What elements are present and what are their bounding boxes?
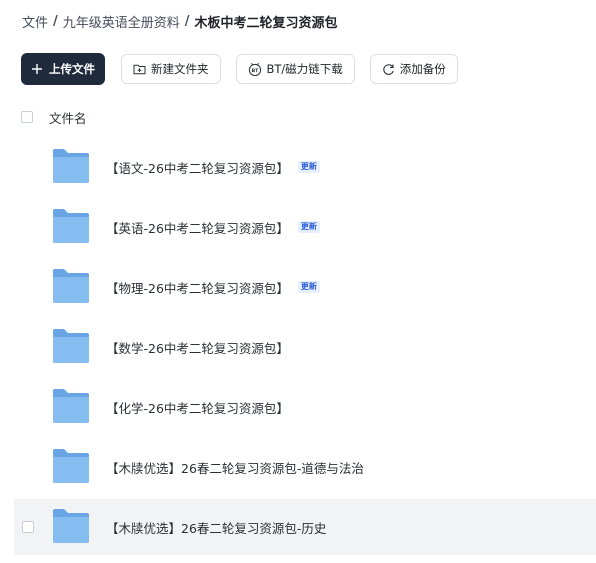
folder-name-text: 【数学-26中考二轮复习资源包】 (106, 340, 289, 356)
folder-icon (53, 329, 89, 363)
new-folder-label: 新建文件夹 (151, 62, 209, 76)
breadcrumb: 文件 / 九年级英语全册资料 / 木板中考二轮复习资源包 (22, 10, 338, 32)
plus-icon (31, 63, 43, 75)
breadcrumb-item-current-folder: 木板中考二轮复习资源包 (194, 15, 338, 31)
folder-name-text: 【化学-26中考二轮复习资源包】 (106, 400, 289, 416)
table-row[interactable]: 【木牍优选】26春二轮复习资源包-道德与法治 (14, 439, 596, 495)
file-name[interactable]: 【语文-26中考二轮复习资源包】 更新 (106, 139, 320, 195)
breadcrumb-item-parent-folder[interactable]: 九年级英语全册资料 (63, 12, 180, 31)
sync-icon (382, 63, 395, 76)
bt-icon: BT (248, 62, 262, 76)
table-row[interactable]: 【木牍优选】26春二轮复习资源包-历史 (14, 499, 596, 555)
file-list-header: 文件名 (0, 106, 596, 128)
table-row[interactable]: 【语文-26中考二轮复习资源包】 更新 (14, 139, 596, 195)
file-name[interactable]: 【英语-26中考二轮复习资源包】 更新 (106, 199, 320, 255)
toolbar: 上传文件 新建文件夹 BT BT/磁力链下载 添加备份 (21, 53, 473, 85)
table-row[interactable]: 【物理-26中考二轮复习资源包】 更新 (14, 259, 596, 315)
folder-plus-icon (133, 63, 146, 75)
new-folder-button[interactable]: 新建文件夹 (121, 54, 221, 84)
updated-badge: 更新 (297, 281, 320, 293)
file-name[interactable]: 【木牍优选】26春二轮复习资源包-历史 (106, 499, 326, 555)
folder-name-text: 【木牍优选】26春二轮复习资源包-历史 (106, 520, 327, 536)
add-backup-label: 添加备份 (399, 62, 446, 76)
table-row[interactable]: 【英语-26中考二轮复习资源包】 更新 (14, 199, 596, 255)
svg-text:BT: BT (251, 67, 259, 73)
upload-file-button[interactable]: 上传文件 (21, 53, 105, 85)
file-name[interactable]: 【物理-26中考二轮复习资源包】 更新 (106, 259, 320, 315)
breadcrumb-item-files[interactable]: 文件 (22, 12, 48, 31)
folder-icon (53, 269, 89, 303)
bt-magnet-download-label: BT/磁力链下载 (266, 62, 343, 76)
breadcrumb-separator: / (53, 13, 58, 29)
table-row[interactable]: 【化学-26中考二轮复习资源包】 (14, 379, 596, 435)
updated-badge: 更新 (297, 221, 320, 233)
file-name[interactable]: 【化学-26中考二轮复习资源包】 (106, 379, 289, 435)
folder-name-text: 【语文-26中考二轮复习资源包】 (106, 160, 289, 176)
row-checkbox[interactable] (22, 521, 34, 533)
folder-name-text: 【物理-26中考二轮复习资源包】 (106, 280, 289, 296)
folder-icon (53, 449, 89, 483)
upload-file-label: 上传文件 (49, 62, 95, 76)
select-all-checkbox[interactable] (21, 111, 33, 123)
folder-icon (53, 209, 89, 243)
updated-badge: 更新 (297, 161, 320, 173)
folder-icon (53, 149, 89, 183)
file-name[interactable]: 【数学-26中考二轮复习资源包】 (106, 319, 289, 375)
folder-name-text: 【木牍优选】26春二轮复习资源包-道德与法治 (106, 460, 364, 476)
file-name[interactable]: 【木牍优选】26春二轮复习资源包-道德与法治 (106, 439, 364, 495)
breadcrumb-separator: / (184, 13, 190, 29)
column-file-name[interactable]: 文件名 (49, 108, 87, 127)
bt-magnet-download-button[interactable]: BT BT/磁力链下载 (235, 54, 355, 84)
folder-name-text: 【英语-26中考二轮复习资源包】 (106, 220, 289, 236)
add-backup-button[interactable]: 添加备份 (369, 54, 458, 84)
folder-icon (53, 389, 89, 423)
table-row[interactable]: 【数学-26中考二轮复习资源包】 (14, 319, 596, 375)
folder-icon (53, 509, 89, 543)
